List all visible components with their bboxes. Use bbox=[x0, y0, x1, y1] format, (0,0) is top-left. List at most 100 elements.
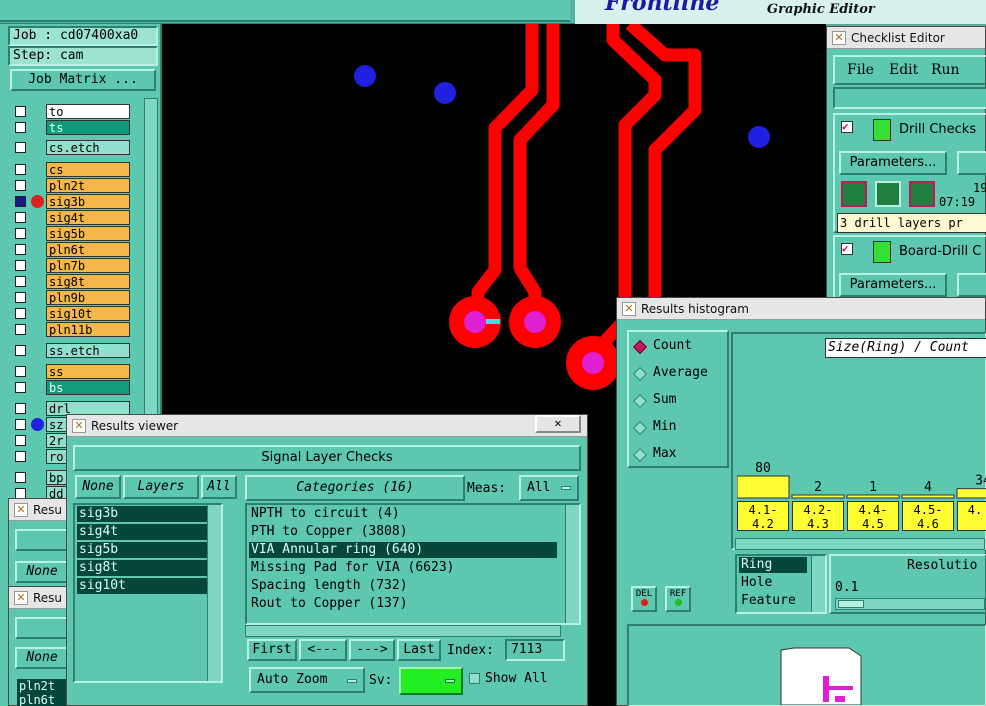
layer-item[interactable]: sig10t bbox=[77, 578, 215, 594]
menu-run[interactable]: Run bbox=[931, 62, 960, 78]
layer-row[interactable]: pln7b bbox=[12, 258, 130, 273]
auto-zoom-button[interactable]: Auto Zoom bbox=[249, 667, 365, 693]
show-all-checkbox[interactable] bbox=[469, 673, 480, 684]
category-item[interactable]: Missing Pad for VIA (6623) bbox=[249, 560, 557, 576]
layer-row[interactable]: pln6t bbox=[12, 242, 130, 257]
layer-row[interactable]: sig8t bbox=[12, 274, 130, 289]
results-viewer-titlebar[interactable]: ✕ Results viewer bbox=[67, 415, 587, 437]
layer-row[interactable]: ss bbox=[12, 364, 130, 379]
board-drill-parameters-button[interactable]: Parameters... bbox=[839, 273, 947, 297]
layers-list[interactable]: sig3b sig4t sig5b sig8t sig10t bbox=[73, 503, 223, 683]
histogram-category[interactable]: 4.5- 4.6 bbox=[902, 501, 954, 531]
job-matrix-button[interactable]: Job Matrix ... bbox=[10, 69, 156, 91]
layer-row[interactable]: ss.etch bbox=[12, 343, 130, 358]
layer-checkbox[interactable] bbox=[15, 472, 26, 483]
layer-checkbox[interactable] bbox=[15, 106, 26, 117]
histogram-titlebar[interactable]: ✕ Results histogram bbox=[617, 298, 985, 320]
slider-thumb[interactable] bbox=[838, 600, 864, 608]
layer-checkbox[interactable] bbox=[15, 366, 26, 377]
histogram-category[interactable]: 4.2- 4.3 bbox=[792, 501, 844, 531]
first-button[interactable]: First bbox=[247, 639, 297, 661]
criteria-item[interactable]: Feature bbox=[739, 593, 807, 609]
layer-row[interactable]: sig3b bbox=[12, 194, 130, 209]
criteria-scrollbar[interactable] bbox=[811, 556, 825, 612]
sv-color-select[interactable] bbox=[399, 667, 463, 695]
layer-checkbox[interactable] bbox=[15, 276, 26, 287]
layer-row[interactable]: sig4t bbox=[12, 210, 130, 225]
criteria-item[interactable]: Hole bbox=[739, 575, 807, 591]
prev-button[interactable]: <--- bbox=[299, 639, 347, 661]
layer-checkbox[interactable] bbox=[15, 260, 26, 271]
drill-parameters-button[interactable]: Parameters... bbox=[839, 151, 947, 175]
category-item[interactable]: VIA Annular ring (640) bbox=[249, 542, 557, 558]
layer-item[interactable]: sig5b bbox=[77, 542, 215, 558]
histogram-bar[interactable] bbox=[737, 475, 790, 499]
layer-item[interactable]: sig8t bbox=[77, 560, 215, 576]
ref-button[interactable]: REF bbox=[665, 586, 691, 612]
layer-checkbox[interactable] bbox=[15, 324, 26, 335]
board-drill-extra-button[interactable] bbox=[957, 273, 986, 297]
results-viewer-close-button[interactable]: ✕ bbox=[535, 415, 581, 433]
run-icon-3[interactable] bbox=[909, 181, 935, 207]
category-item[interactable]: NPTH to circuit (4) bbox=[249, 506, 557, 522]
layer-checkbox[interactable] bbox=[15, 228, 26, 239]
criteria-list[interactable]: Ring Hole Feature bbox=[735, 554, 827, 614]
layer-checkbox[interactable] bbox=[15, 308, 26, 319]
layer-checkbox[interactable] bbox=[15, 345, 26, 356]
mode-radio-min[interactable] bbox=[632, 420, 648, 436]
category-item[interactable]: Rout to Copper (137) bbox=[249, 596, 557, 612]
histogram-bar[interactable] bbox=[956, 488, 986, 499]
category-item[interactable]: Spacing length (732) bbox=[249, 578, 557, 594]
layer-checkbox[interactable] bbox=[15, 451, 26, 462]
layer-checkbox[interactable] bbox=[15, 435, 26, 446]
layer-checkbox[interactable] bbox=[15, 292, 26, 303]
category-item[interactable]: PTH to Copper (3808) bbox=[249, 524, 557, 540]
run-icon-1[interactable] bbox=[841, 181, 867, 207]
check-enabled-icon[interactable]: ✔ bbox=[841, 121, 853, 133]
check-enabled-icon[interactable]: ✔ bbox=[841, 243, 853, 255]
categories-list[interactable]: NPTH to circuit (4) PTH to Copper (3808) V… bbox=[245, 503, 581, 625]
layer-row[interactable]: ts bbox=[12, 120, 130, 135]
criteria-item[interactable]: Ring bbox=[739, 557, 807, 573]
layer-item[interactable]: sig4t bbox=[77, 524, 215, 540]
layer-checkbox[interactable] bbox=[15, 244, 26, 255]
categories-list-scrollbar[interactable] bbox=[565, 505, 579, 623]
next-button[interactable]: ---> bbox=[349, 639, 395, 661]
layer-checkbox[interactable] bbox=[15, 142, 26, 153]
layer-checkbox[interactable] bbox=[15, 164, 26, 175]
layer-row[interactable]: pln9b bbox=[12, 290, 130, 305]
checklist-editor-titlebar[interactable]: ✕ Checklist Editor bbox=[827, 27, 985, 49]
layer-checkbox[interactable] bbox=[15, 180, 26, 191]
histogram-category[interactable]: 4.4- 4.5 bbox=[847, 501, 899, 531]
layer-row[interactable]: sig5b bbox=[12, 226, 130, 241]
layers-all-button[interactable]: All bbox=[201, 475, 237, 499]
del-button[interactable]: DEL bbox=[631, 586, 657, 612]
mode-radio-average[interactable] bbox=[632, 366, 648, 382]
layer-checkbox[interactable] bbox=[15, 122, 26, 133]
meas-select[interactable]: All bbox=[519, 475, 579, 501]
layer-row[interactable]: sig10t bbox=[12, 306, 130, 321]
mode-radio-sum[interactable] bbox=[632, 393, 648, 409]
layer-row[interactable]: cs bbox=[12, 162, 130, 177]
layer-row[interactable]: cs.etch bbox=[12, 140, 130, 155]
layer-row[interactable]: pln2t bbox=[12, 178, 130, 193]
categories-hscrollbar[interactable] bbox=[245, 625, 561, 637]
mode-radio-max[interactable] bbox=[632, 447, 648, 463]
layer-item[interactable]: sig3b bbox=[77, 506, 215, 522]
histogram-hscrollbar[interactable] bbox=[735, 538, 985, 550]
small-2-none-button[interactable]: None bbox=[15, 647, 69, 669]
last-button[interactable]: Last bbox=[397, 639, 441, 661]
histogram-bar[interactable] bbox=[846, 494, 900, 499]
menu-file[interactable]: File bbox=[847, 62, 874, 78]
layer-row[interactable]: to bbox=[12, 104, 130, 119]
layer-row[interactable]: bs bbox=[12, 380, 130, 395]
layer-checkbox[interactable] bbox=[15, 419, 26, 430]
layer-row[interactable]: pln11b bbox=[12, 322, 130, 337]
histogram-bar[interactable] bbox=[791, 494, 845, 499]
run-icon-2[interactable] bbox=[875, 181, 901, 207]
layers-list-scrollbar[interactable] bbox=[207, 505, 221, 681]
histogram-category[interactable]: 4. bbox=[957, 501, 986, 531]
layer-checkbox[interactable] bbox=[15, 382, 26, 393]
histogram-bar[interactable] bbox=[901, 494, 955, 499]
layer-checkbox[interactable] bbox=[15, 403, 26, 414]
